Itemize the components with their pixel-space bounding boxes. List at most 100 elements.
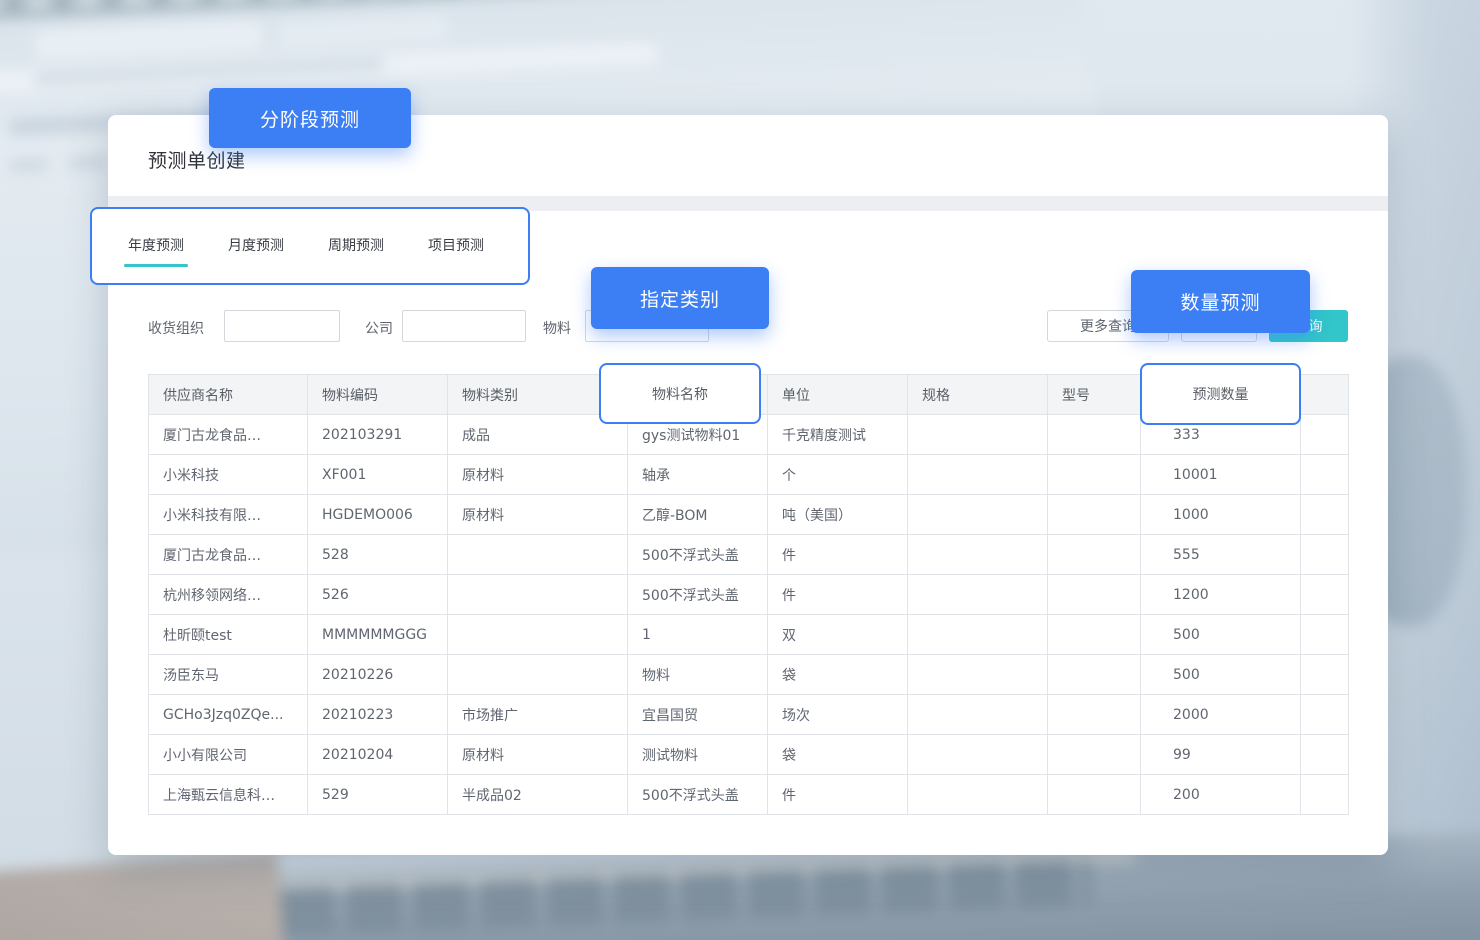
table-cell: 件 xyxy=(768,535,908,575)
table-cell: 500不浮式头盖 xyxy=(628,575,768,615)
table-cell: 528 xyxy=(308,535,448,575)
tab-project-forecast[interactable]: 项目预测 xyxy=(428,236,484,256)
table-cell: MMMMMMGGG xyxy=(308,615,448,655)
table-cell xyxy=(1301,655,1349,695)
table-cell: 原材料 xyxy=(448,495,628,535)
table-cell: 555 xyxy=(1141,535,1301,575)
table-cell xyxy=(1301,415,1349,455)
table-cell xyxy=(1048,655,1141,695)
table-cell: 500 xyxy=(1141,655,1301,695)
table-cell: 202103291 xyxy=(308,415,448,455)
table-cell: 500不浮式头盖 xyxy=(628,775,768,815)
table-cell xyxy=(1048,415,1141,455)
table-cell: 千克精度测试 xyxy=(768,415,908,455)
table-cell xyxy=(908,655,1048,695)
table-cell xyxy=(448,535,628,575)
table-cell: 件 xyxy=(768,575,908,615)
forecast-table: 供应商名称 物料编码 物料类别 物料名称 单位 规格 型号 预测数量 厦门古龙食… xyxy=(148,374,1349,815)
table-cell xyxy=(908,455,1048,495)
table-cell: 厦门古龙食品… xyxy=(149,535,308,575)
table-cell: XF001 xyxy=(308,455,448,495)
header-material-code[interactable]: 物料编码 xyxy=(308,375,448,415)
table-cell: 526 xyxy=(308,575,448,615)
header-spec[interactable]: 规格 xyxy=(908,375,1048,415)
table-row[interactable]: 小米科技XF001原材料轴承个10001 xyxy=(149,455,1349,495)
table-cell xyxy=(1048,455,1141,495)
table-row[interactable]: GCHo3Jzq0ZQe...20210223市场推广宜昌国贸场次2000 xyxy=(149,695,1349,735)
table-cell: 吨（美国） xyxy=(768,495,908,535)
table-cell: 袋 xyxy=(768,655,908,695)
table-row[interactable]: 杜昕颐testMMMMMMGGG1双500 xyxy=(149,615,1349,655)
table-cell: 测试物料 xyxy=(628,735,768,775)
table-cell: 个 xyxy=(768,455,908,495)
table-cell: 场次 xyxy=(768,695,908,735)
forecast-tabs-highlight-box: 年度预测 月度预测 周期预测 项目预测 xyxy=(90,207,530,285)
table-cell: 原材料 xyxy=(448,735,628,775)
table-row[interactable]: 汤臣东马20210226物料袋500 xyxy=(149,655,1349,695)
table-cell xyxy=(908,415,1048,455)
table-cell: 20210226 xyxy=(308,655,448,695)
table-cell xyxy=(908,535,1048,575)
header-supplier-name[interactable]: 供应商名称 xyxy=(149,375,308,415)
table-row[interactable]: 小小有限公司20210204原材料测试物料袋99 xyxy=(149,735,1349,775)
tab-period-forecast[interactable]: 周期预测 xyxy=(328,236,384,256)
table-cell xyxy=(908,615,1048,655)
table-cell: HGDEMO006 xyxy=(308,495,448,535)
table-cell xyxy=(1048,535,1141,575)
table-cell: 1 xyxy=(628,615,768,655)
receiving-org-input[interactable] xyxy=(224,310,340,342)
company-input[interactable] xyxy=(402,310,526,342)
table-cell xyxy=(1301,575,1349,615)
table-cell: 原材料 xyxy=(448,455,628,495)
company-label: 公司 xyxy=(365,318,393,338)
table-cell: 厦门古龙食品… xyxy=(149,415,308,455)
table-row[interactable]: 上海甄云信息科…529半成品02500不浮式头盖件 200 xyxy=(149,775,1349,815)
table-cell: 件 xyxy=(768,775,908,815)
table-cell: 小米科技 xyxy=(149,455,308,495)
badge-staged-forecast: 分阶段预测 xyxy=(209,88,411,148)
forecast-qty-highlight-box: 预测数量 xyxy=(1140,363,1301,425)
table-cell: 乙醇-BOM xyxy=(628,495,768,535)
table-cell xyxy=(1301,775,1349,815)
header-extra[interactable] xyxy=(1301,375,1349,415)
table-cell: 10001 xyxy=(1141,455,1301,495)
table-cell: 500不浮式头盖 xyxy=(628,535,768,575)
material-label: 物料 xyxy=(543,318,571,338)
table-row[interactable]: 厦门古龙食品…528 500不浮式头盖件 555 xyxy=(149,535,1349,575)
table-cell xyxy=(448,655,628,695)
tab-annual-forecast[interactable]: 年度预测 xyxy=(128,236,184,256)
table-cell xyxy=(1048,775,1141,815)
table-cell: 小小有限公司 xyxy=(149,735,308,775)
table-cell xyxy=(908,775,1048,815)
material-name-highlight-box: 物料名称 xyxy=(599,363,761,424)
table-cell xyxy=(1048,615,1141,655)
table-cell: 双 xyxy=(768,615,908,655)
header-unit[interactable]: 单位 xyxy=(768,375,908,415)
table-cell: 1200 xyxy=(1141,575,1301,615)
table-cell xyxy=(908,695,1048,735)
table-cell: 2000 xyxy=(1141,695,1301,735)
table-row[interactable]: 杭州移领网络…526 500不浮式头盖件 1200 xyxy=(149,575,1349,615)
table-cell xyxy=(1048,695,1141,735)
page-title: 预测单创建 xyxy=(148,146,246,173)
table-row[interactable]: 小米科技有限…HGDEMO006原材料乙醇-BOM吨（美国）1000 xyxy=(149,495,1349,535)
table-cell: GCHo3Jzq0ZQe... xyxy=(149,695,308,735)
header-model[interactable]: 型号 xyxy=(1048,375,1141,415)
table-cell xyxy=(448,615,628,655)
table-cell: 杭州移领网络… xyxy=(149,575,308,615)
table-cell xyxy=(1048,575,1141,615)
table-cell: 半成品02 xyxy=(448,775,628,815)
table-cell: 200 xyxy=(1141,775,1301,815)
table-cell: 529 xyxy=(308,775,448,815)
table-cell: 99 xyxy=(1141,735,1301,775)
table-cell: 袋 xyxy=(768,735,908,775)
table-cell xyxy=(908,735,1048,775)
table-cell xyxy=(1301,615,1349,655)
table-cell xyxy=(1048,495,1141,535)
tab-monthly-forecast[interactable]: 月度预测 xyxy=(228,236,284,256)
table-cell xyxy=(908,495,1048,535)
table-cell xyxy=(1301,695,1349,735)
table-cell: 汤臣东马 xyxy=(149,655,308,695)
table-cell: 上海甄云信息科… xyxy=(149,775,308,815)
table-cell xyxy=(1301,735,1349,775)
